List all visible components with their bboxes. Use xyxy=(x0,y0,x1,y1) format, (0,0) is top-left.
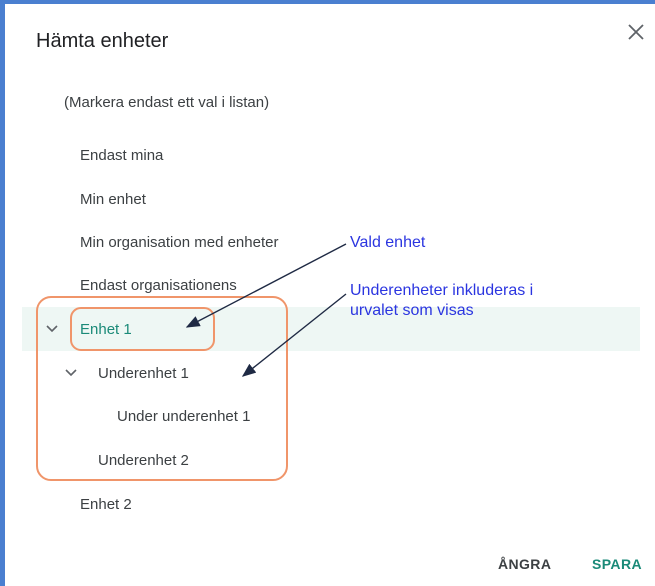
annotation-subunits-line1: Underenheter inkluderas i xyxy=(350,282,534,299)
option-endast-organisationens[interactable]: Endast organisationens xyxy=(80,277,237,294)
annotation-subunits-line2: urvalet som visas xyxy=(350,302,474,319)
window-frame-top xyxy=(0,0,655,4)
close-button[interactable] xyxy=(624,20,648,44)
option-min-enhet[interactable]: Min enhet xyxy=(80,191,146,208)
option-endast-mina[interactable]: Endast mina xyxy=(80,147,163,164)
close-icon xyxy=(628,24,644,40)
instruction-text: (Markera endast ett val i listan) xyxy=(64,94,270,111)
window-frame-left xyxy=(0,0,5,586)
tree-item-enhet-2[interactable]: Enhet 2 xyxy=(80,496,132,513)
tree-item-under-underenhet-1[interactable]: Under underenhet 1 xyxy=(117,408,250,425)
option-min-organisation[interactable]: Min organisation med enheter xyxy=(80,234,278,251)
tree-item-underenhet-1[interactable]: Underenhet 1 xyxy=(98,365,189,382)
tree-item-underenhet-2[interactable]: Underenhet 2 xyxy=(98,452,189,469)
tree-item-enhet-1[interactable]: Enhet 1 xyxy=(80,321,132,338)
dialog-title: Hämta enheter xyxy=(36,30,169,52)
annotation-selected-unit: Vald enhet xyxy=(350,234,426,251)
undo-button[interactable]: ÅNGRA xyxy=(498,556,551,572)
chevron-down-icon[interactable] xyxy=(45,322,59,336)
save-button[interactable]: SPARA xyxy=(592,556,642,572)
chevron-down-icon[interactable] xyxy=(64,366,78,380)
